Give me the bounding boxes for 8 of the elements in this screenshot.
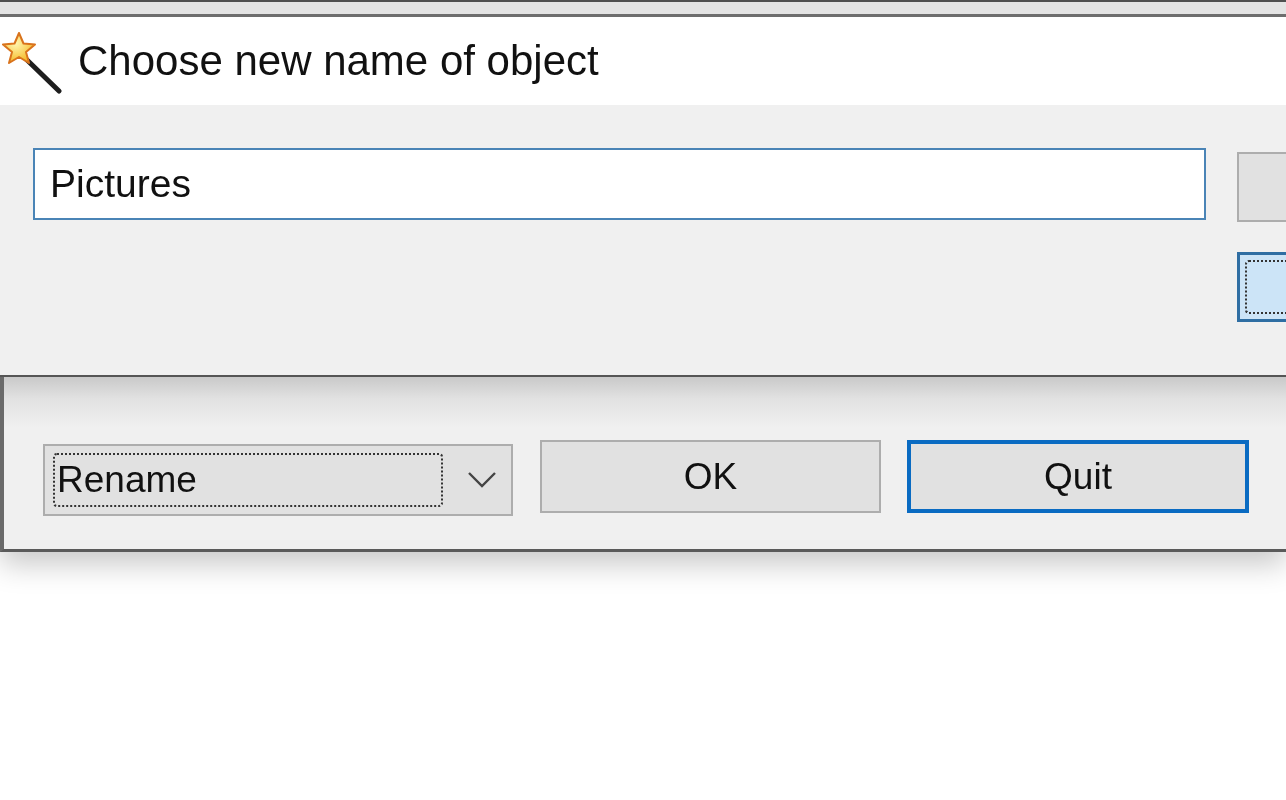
dialog-action-button[interactable]: OK bbox=[540, 440, 881, 513]
action-dropdown[interactable]: Rename bbox=[43, 444, 513, 516]
name-field[interactable]: Pictures bbox=[33, 148, 1206, 220]
dialog-title: Choose new name of object bbox=[78, 37, 599, 85]
dialog-button[interactable] bbox=[1237, 252, 1286, 322]
magic-wand-icon bbox=[2, 32, 62, 94]
dialog-action-button[interactable]: Quit bbox=[907, 440, 1249, 513]
chevron-down-icon bbox=[467, 471, 497, 489]
